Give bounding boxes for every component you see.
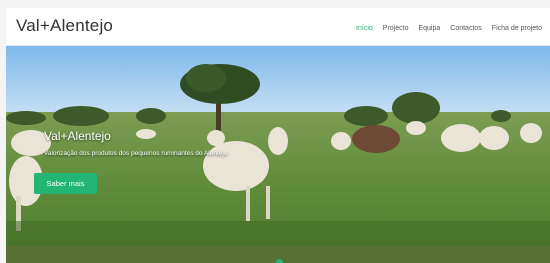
hero-subtitle: Valorização dos produtos dos pequenos ru… (44, 150, 228, 157)
nav-item-ficha-de-projeto[interactable]: Ficha de projeto (492, 25, 542, 32)
nav-item-projecto[interactable]: Projecto (383, 25, 409, 32)
hero-caption: Val+Alentejo Valorização dos produtos do… (44, 129, 227, 157)
saber-mais-button[interactable]: Saber mais (34, 173, 97, 194)
nav-item-inicio[interactable]: Início (356, 25, 373, 32)
hero-title: Val+Alentejo (44, 129, 111, 143)
nav-item-equipa[interactable]: Equipa (418, 25, 440, 32)
brand-logo[interactable]: Val+Alentejo (16, 16, 113, 36)
carousel-indicator[interactable] (276, 259, 283, 263)
hero-carousel: Val+Alentejo Valorização dos produtos do… (6, 46, 550, 263)
top-navbar: Val+Alentejo Início Projecto Equipa Cont… (6, 8, 550, 46)
nav-item-contactos[interactable]: Contactos (450, 25, 482, 32)
page-frame: Val+Alentejo Início Projecto Equipa Cont… (6, 8, 550, 263)
main-nav: Início Projecto Equipa Contactos Ficha d… (356, 25, 542, 32)
